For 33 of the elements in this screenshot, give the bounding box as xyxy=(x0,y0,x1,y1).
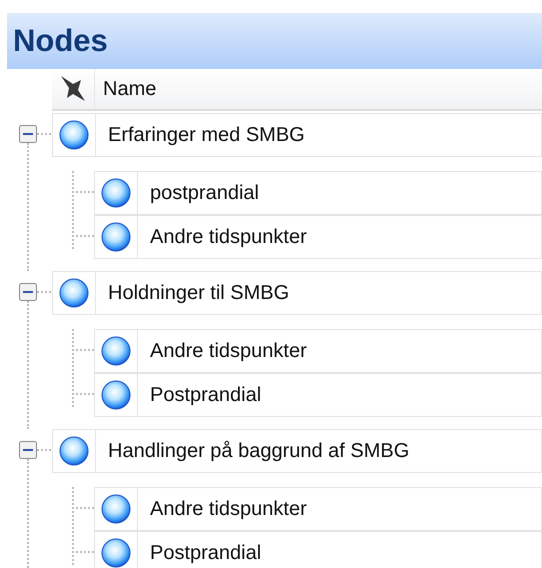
collapse-icon[interactable] xyxy=(19,441,37,459)
collapse-icon[interactable] xyxy=(19,125,37,143)
tree-row[interactable]: Andre tidspunkter xyxy=(94,487,542,531)
panel-title: Nodes xyxy=(13,22,108,60)
node-icon xyxy=(101,336,131,366)
node-icon xyxy=(101,222,131,252)
node-name: Erfaringer med SMBG xyxy=(107,123,305,148)
tree-row[interactable]: Postprandial xyxy=(94,373,542,417)
node-name: Andre tidspunkter xyxy=(149,339,307,364)
collapse-icon[interactable] xyxy=(19,283,37,301)
tree-row[interactable]: Postprandial xyxy=(94,531,542,568)
node-name: Postprandial xyxy=(149,383,262,408)
node-name: Andre tidspunkter xyxy=(149,497,307,522)
tree-row[interactable]: Erfaringer med SMBG xyxy=(52,113,542,157)
node-name: Handlinger på baggrund af SMBG xyxy=(107,439,410,464)
node-name: Postprandial xyxy=(149,541,262,566)
node-icon xyxy=(101,380,131,410)
node-icon xyxy=(101,178,131,208)
node-name: Holdninger til SMBG xyxy=(107,281,290,306)
tree-row[interactable]: postprandial xyxy=(94,171,542,215)
node-icon xyxy=(101,494,131,524)
tree-row[interactable]: Handlinger på baggrund af SMBG xyxy=(52,429,542,473)
node-icon xyxy=(59,278,89,308)
tree-row[interactable]: Andre tidspunkter xyxy=(94,329,542,373)
column-header[interactable]: Name xyxy=(95,69,156,109)
node-icon xyxy=(59,120,89,150)
node-name: Andre tidspunkter xyxy=(149,225,307,250)
pin-icon xyxy=(59,74,87,104)
tree-row[interactable]: Holdninger til SMBG xyxy=(52,271,542,315)
node-name: postprandial xyxy=(149,181,259,206)
tree-row[interactable]: Andre tidspunkter xyxy=(94,215,542,259)
node-icon xyxy=(59,436,89,466)
node-icon xyxy=(101,538,131,568)
